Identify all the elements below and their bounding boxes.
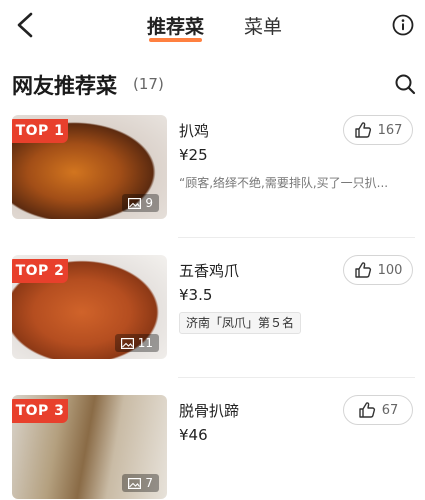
thumbs-up-icon: [359, 402, 375, 418]
like-count: 100: [377, 262, 403, 278]
dish-name: 脱骨扒蹄: [179, 402, 240, 420]
like-button[interactable]: 167: [343, 115, 413, 145]
list-item[interactable]: TOP 1 9 扒鸡 ¥25 “顾客,络绎不绝,需要排队,买了一只扒... 16…: [0, 115, 425, 245]
like-count: 67: [381, 402, 399, 418]
list-item[interactable]: TOP 2 11 五香鸡爪 ¥3.5 济南「凤爪」第５名 100: [0, 255, 425, 385]
rank-badge: TOP 1: [12, 119, 68, 143]
photo-count: 9: [122, 194, 159, 212]
photo-count-value: 7: [145, 476, 153, 490]
top-bar: 推荐菜 菜单: [0, 0, 425, 50]
section-count: (17): [133, 75, 164, 93]
image-icon: [120, 337, 134, 349]
divider: [178, 237, 415, 238]
section-header: 网友推荐菜 (17): [12, 70, 416, 100]
photo-count: 11: [114, 334, 159, 352]
thumbs-up-icon: [354, 262, 371, 278]
dish-photo[interactable]: TOP 1 9: [12, 115, 167, 219]
photo-count: 7: [122, 474, 159, 492]
thumbs-up-icon: [354, 122, 371, 138]
photo-count-value: 9: [145, 196, 153, 210]
dish-price: ¥46: [179, 426, 208, 444]
dish-photo[interactable]: TOP 2 11: [12, 255, 167, 359]
like-count: 167: [377, 122, 403, 138]
active-tab-indicator: [149, 38, 203, 42]
dish-price: ¥3.5: [179, 286, 213, 304]
image-icon: [128, 477, 142, 489]
tab-menu-label: 菜单: [244, 16, 283, 38]
info-icon[interactable]: [392, 14, 414, 36]
tab-recommended[interactable]: 推荐菜: [147, 12, 205, 42]
photo-count-value: 11: [137, 336, 153, 350]
dish-name: 扒鸡: [179, 122, 210, 140]
like-button[interactable]: 67: [343, 395, 413, 425]
rank-badge: TOP 3: [12, 399, 68, 423]
image-icon: [128, 197, 142, 209]
tab-menu[interactable]: 菜单: [244, 12, 282, 39]
tab-recommended-label: 推荐菜: [147, 16, 205, 38]
list-item[interactable]: TOP 3 7 脱骨扒蹄 ¥46 67: [0, 395, 425, 500]
search-icon[interactable]: [394, 73, 416, 95]
dish-review: “顾客,络绎不绝,需要排队,买了一只扒...: [179, 176, 389, 190]
dish-photo[interactable]: TOP 3 7: [12, 395, 167, 499]
section-title: 网友推荐菜: [12, 74, 117, 98]
like-button[interactable]: 100: [343, 255, 413, 285]
ranking-tag[interactable]: 济南「凤爪」第５名: [179, 312, 302, 334]
chevron-left-icon[interactable]: [12, 10, 40, 40]
dish-price: ¥25: [179, 146, 208, 164]
rank-badge: TOP 2: [12, 259, 68, 283]
divider: [178, 377, 415, 378]
dish-name: 五香鸡爪: [179, 262, 240, 280]
